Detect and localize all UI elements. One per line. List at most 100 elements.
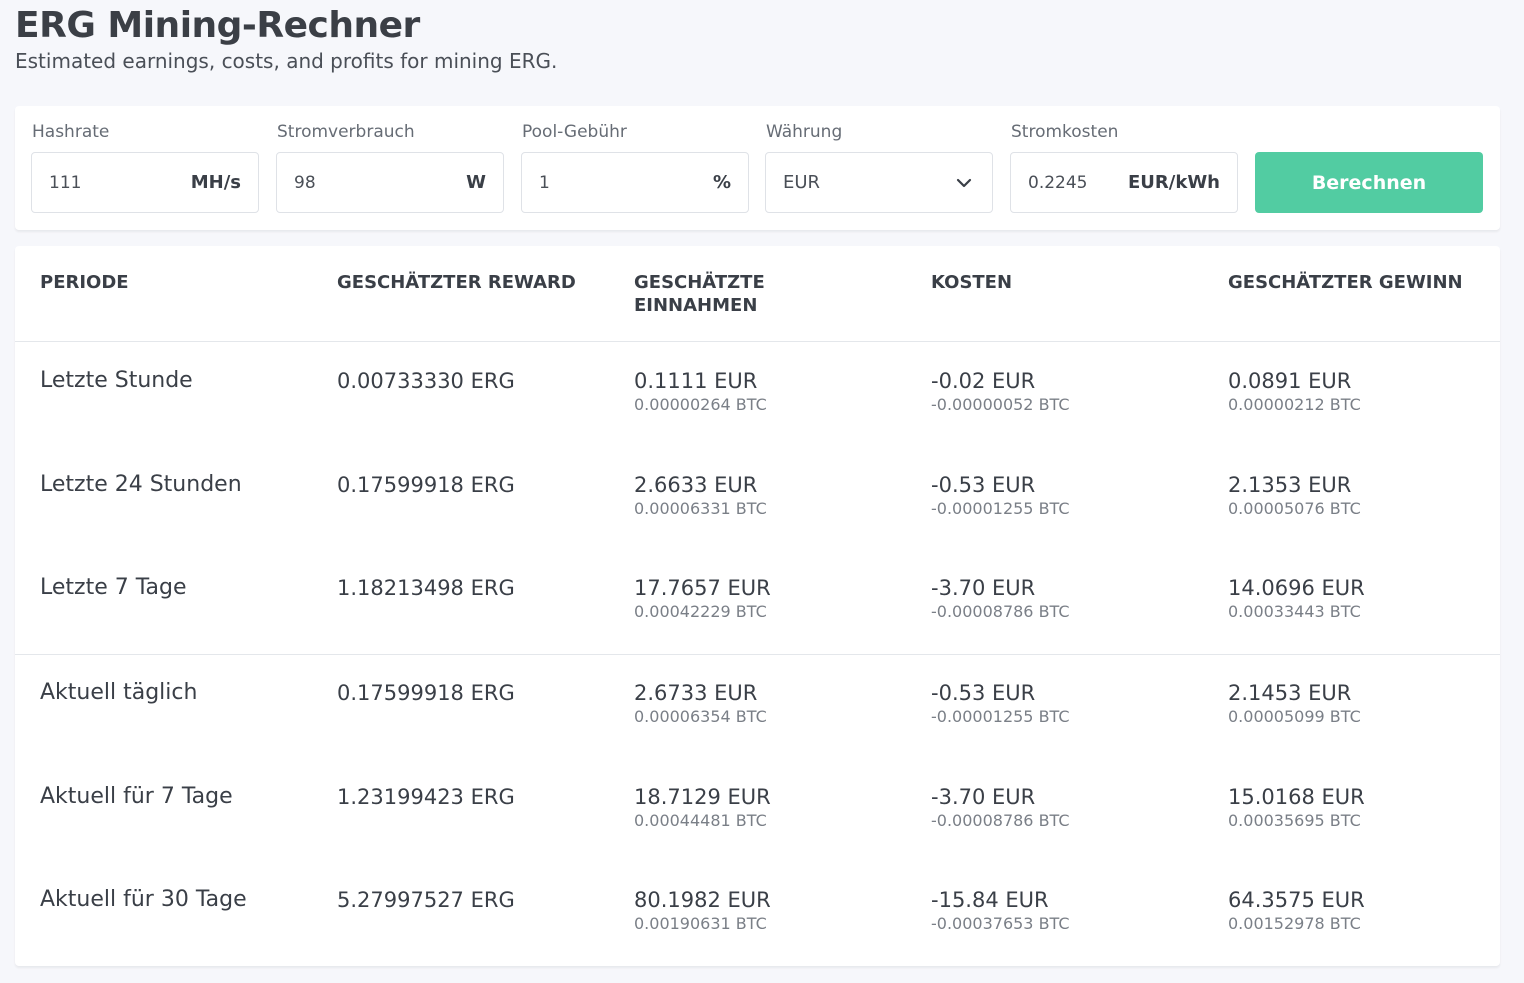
profit-value: 14.0696 EUR (1228, 576, 1365, 600)
profit-btc: 0.00000212 BTC (1228, 395, 1361, 414)
income-value: 18.7129 EUR (634, 785, 771, 809)
reward-cell: 0.00733330 ERG (337, 369, 515, 393)
pool-fee-box: % (521, 152, 749, 213)
income-btc: 0.00044481 BTC (634, 811, 767, 830)
profit-value: 2.1353 EUR (1228, 473, 1352, 497)
column-header-costs: KOSTEN (931, 272, 1013, 293)
currency-value: EUR (783, 172, 821, 193)
calculate-button[interactable]: Berechnen (1255, 152, 1483, 213)
hashrate-input[interactable] (49, 153, 169, 212)
costs-cell: -0.02 EUR -0.00000052 BTC (931, 367, 1070, 415)
table-row: Aktuell täglich 0.17599918 ERG 2.6733 EU… (15, 655, 1500, 759)
profit-btc: 0.00035695 BTC (1228, 811, 1361, 830)
profit-cell: 15.0168 EUR 0.00035695 BTC (1228, 783, 1365, 831)
profit-cell: 2.1453 EUR 0.00005099 BTC (1228, 679, 1361, 727)
income-value: 80.1982 EUR (634, 888, 771, 912)
page-subtitle: Estimated earnings, costs, and profits f… (15, 49, 558, 73)
electricity-cost-box: EUR/kWh (1010, 152, 1238, 213)
profit-cell: 0.0891 EUR 0.00000212 BTC (1228, 367, 1361, 415)
calculator-form: Hashrate MH/s Stromverbrauch W Pool-Gebü… (15, 106, 1500, 230)
power-input[interactable] (294, 153, 414, 212)
table-row: Aktuell für 30 Tage 5.27997527 ERG 80.19… (15, 862, 1500, 966)
costs-value: -0.02 EUR (931, 369, 1036, 393)
pool-fee-unit: % (712, 172, 731, 193)
period-cell: Letzte Stunde (40, 368, 193, 393)
costs-cell: -0.53 EUR -0.00001255 BTC (931, 471, 1070, 519)
electricity-cost-label: Stromkosten (1011, 122, 1119, 142)
pool-fee-label: Pool-Gebühr (522, 122, 627, 142)
electricity-cost-input[interactable] (1028, 153, 1128, 212)
costs-value: -15.84 EUR (931, 888, 1049, 912)
costs-value: -3.70 EUR (931, 576, 1036, 600)
income-value: 0.1111 EUR (634, 369, 758, 393)
period-cell: Letzte 7 Tage (40, 575, 187, 600)
income-value: 2.6633 EUR (634, 473, 758, 497)
column-header-period: PERIODE (40, 272, 129, 293)
currency-select[interactable]: EUR (765, 152, 993, 213)
page-title: ERG Mining-Rechner (15, 5, 420, 46)
income-cell: 0.1111 EUR 0.00000264 BTC (634, 367, 767, 415)
hashrate-label: Hashrate (32, 122, 110, 142)
profit-cell: 14.0696 EUR 0.00033443 BTC (1228, 574, 1365, 622)
electricity-cost-unit: EUR/kWh (1128, 172, 1220, 193)
costs-btc: -0.00008786 BTC (931, 602, 1070, 621)
hashrate-unit: MH/s (190, 172, 241, 193)
reward-cell: 0.17599918 ERG (337, 473, 515, 497)
income-cell: 18.7129 EUR 0.00044481 BTC (634, 783, 771, 831)
results-table: PERIODE GESCHÄTZTER REWARD GESCHÄTZTE EI… (15, 246, 1500, 966)
chevron-down-icon (956, 178, 972, 188)
profit-value: 64.3575 EUR (1228, 888, 1365, 912)
profit-btc: 0.00005099 BTC (1228, 707, 1361, 726)
costs-cell: -3.70 EUR -0.00008786 BTC (931, 783, 1070, 831)
costs-btc: -0.00001255 BTC (931, 499, 1070, 518)
table-header: PERIODE GESCHÄTZTER REWARD GESCHÄTZTE EI… (15, 246, 1500, 342)
table-row: Letzte Stunde 0.00733330 ERG 0.1111 EUR … (15, 343, 1500, 447)
period-cell: Aktuell für 30 Tage (40, 887, 247, 912)
income-cell: 17.7657 EUR 0.00042229 BTC (634, 574, 771, 622)
costs-btc: -0.00008786 BTC (931, 811, 1070, 830)
column-header-reward: GESCHÄTZTER REWARD (337, 272, 576, 293)
pool-fee-input[interactable] (539, 153, 659, 212)
income-btc: 0.00006354 BTC (634, 707, 767, 726)
profit-value: 0.0891 EUR (1228, 369, 1352, 393)
power-box: W (276, 152, 504, 213)
period-cell: Aktuell für 7 Tage (40, 784, 233, 809)
costs-btc: -0.00000052 BTC (931, 395, 1070, 414)
table-row: Letzte 24 Stunden 0.17599918 ERG 2.6633 … (15, 447, 1500, 551)
table-row: Letzte 7 Tage 1.18213498 ERG 17.7657 EUR… (15, 550, 1500, 654)
power-unit: W (466, 172, 486, 193)
period-cell: Aktuell täglich (40, 680, 198, 705)
profit-cell: 2.1353 EUR 0.00005076 BTC (1228, 471, 1361, 519)
profit-cell: 64.3575 EUR 0.00152978 BTC (1228, 886, 1365, 934)
income-btc: 0.00000264 BTC (634, 395, 767, 414)
reward-cell: 5.27997527 ERG (337, 888, 515, 912)
reward-cell: 1.23199423 ERG (337, 785, 515, 809)
page-header: ERG Mining-Rechner Estimated earnings, c… (15, 4, 557, 74)
costs-cell: -15.84 EUR -0.00037653 BTC (931, 886, 1070, 934)
income-cell: 2.6633 EUR 0.00006331 BTC (634, 471, 767, 519)
costs-value: -0.53 EUR (931, 681, 1036, 705)
costs-value: -3.70 EUR (931, 785, 1036, 809)
income-btc: 0.00042229 BTC (634, 602, 767, 621)
column-header-profit: GESCHÄTZTER GEWINN (1228, 272, 1463, 293)
income-cell: 2.6733 EUR 0.00006354 BTC (634, 679, 767, 727)
income-value: 2.6733 EUR (634, 681, 758, 705)
profit-btc: 0.00005076 BTC (1228, 499, 1361, 518)
income-btc: 0.00006331 BTC (634, 499, 767, 518)
reward-cell: 1.18213498 ERG (337, 576, 515, 600)
power-label: Stromverbrauch (277, 122, 415, 142)
costs-cell: -0.53 EUR -0.00001255 BTC (931, 679, 1070, 727)
costs-value: -0.53 EUR (931, 473, 1036, 497)
costs-btc: -0.00037653 BTC (931, 914, 1070, 933)
currency-label: Währung (766, 122, 843, 142)
income-cell: 80.1982 EUR 0.00190631 BTC (634, 886, 771, 934)
table-row: Aktuell für 7 Tage 1.23199423 ERG 18.712… (15, 759, 1500, 863)
profit-btc: 0.00152978 BTC (1228, 914, 1361, 933)
profit-btc: 0.00033443 BTC (1228, 602, 1361, 621)
column-header-income: GESCHÄTZTE EINNAHMEN (634, 272, 765, 316)
period-cell: Letzte 24 Stunden (40, 472, 242, 497)
hashrate-box: MH/s (31, 152, 259, 213)
costs-cell: -3.70 EUR -0.00008786 BTC (931, 574, 1070, 622)
profit-value: 2.1453 EUR (1228, 681, 1352, 705)
costs-btc: -0.00001255 BTC (931, 707, 1070, 726)
